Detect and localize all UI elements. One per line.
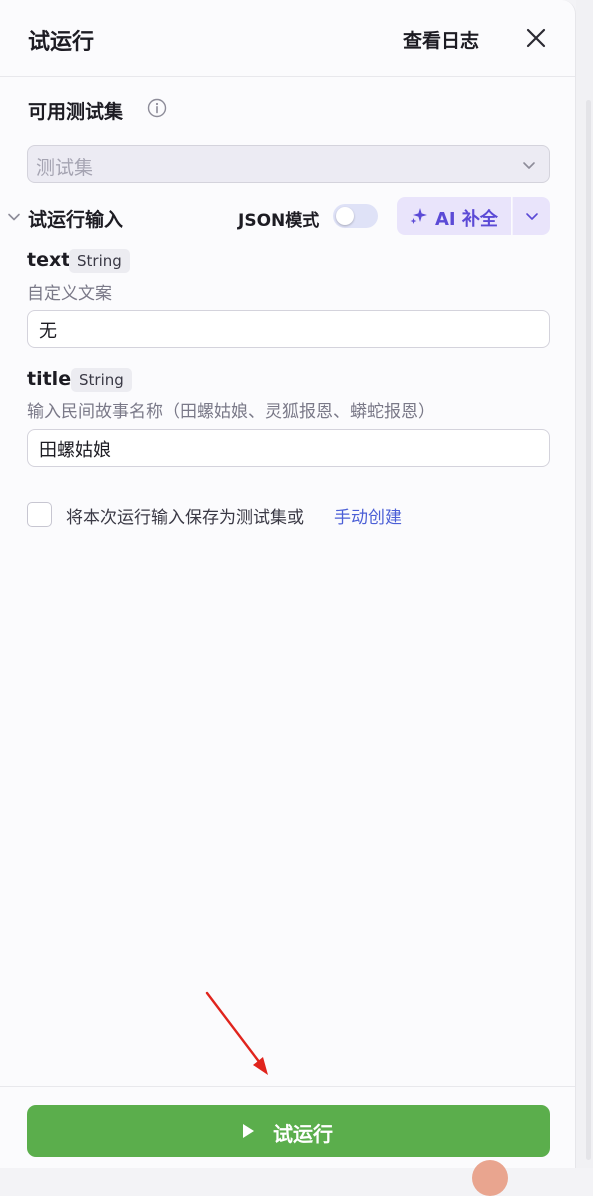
param-description: 自定义文案 [27, 284, 112, 304]
avatar[interactable] [472, 1160, 508, 1196]
save-test-set-text: 将本次运行输入保存为测试集或 [66, 508, 304, 528]
save-test-set-checkbox[interactable] [27, 502, 52, 527]
sparkle-icon [410, 208, 427, 224]
text-input[interactable]: 无 [27, 310, 550, 348]
manual-create-link[interactable]: 手动创建 [334, 503, 402, 528]
chevron-down-icon [526, 213, 538, 220]
type-tag: String [71, 368, 132, 392]
test-set-select[interactable]: 测试集 [27, 145, 550, 183]
ai-fill-dropdown[interactable] [512, 197, 550, 235]
chevron-down-icon [523, 162, 535, 169]
json-mode-label: JSON模式 [238, 211, 320, 231]
toggle-knob [336, 207, 354, 225]
test-set-label: 可用测试集 [28, 101, 124, 123]
annotation-arrow-icon [205, 991, 268, 1075]
json-mode-toggle[interactable] [333, 204, 378, 228]
title-input[interactable]: 田螺姑娘 [27, 429, 550, 467]
panel-title: 试运行 [28, 30, 95, 55]
param-name: title [27, 368, 72, 390]
param-description: 输入民间故事名称（田螺姑娘、灵狐报恩、蟒蛇报恩） [27, 402, 435, 422]
test-run-panel: 试运行 查看日志 可用测试集 测试集 试运行输入 JSON模式 AI 补全 te [0, 0, 576, 1168]
collapse-chevron-icon[interactable] [6, 209, 22, 225]
view-log-button[interactable]: 查看日志 [403, 26, 479, 53]
test-set-placeholder: 测试集 [36, 157, 94, 179]
run-button-label: 试运行 [273, 1122, 333, 1146]
type-tag: String [69, 249, 130, 273]
outer-scrollbar[interactable] [576, 0, 593, 1168]
run-button[interactable]: 试运行 [27, 1105, 550, 1157]
panel-header: 试运行 查看日志 [0, 0, 575, 77]
ai-fill-button[interactable]: AI 补全 [397, 197, 511, 235]
play-icon [243, 1124, 254, 1138]
close-icon[interactable] [524, 26, 548, 50]
ai-fill-label: AI 补全 [435, 209, 498, 230]
param-name: text [27, 249, 71, 271]
run-input-label: 试运行输入 [28, 209, 124, 231]
info-icon[interactable] [147, 98, 167, 118]
scroll-thumb[interactable] [586, 100, 591, 1160]
